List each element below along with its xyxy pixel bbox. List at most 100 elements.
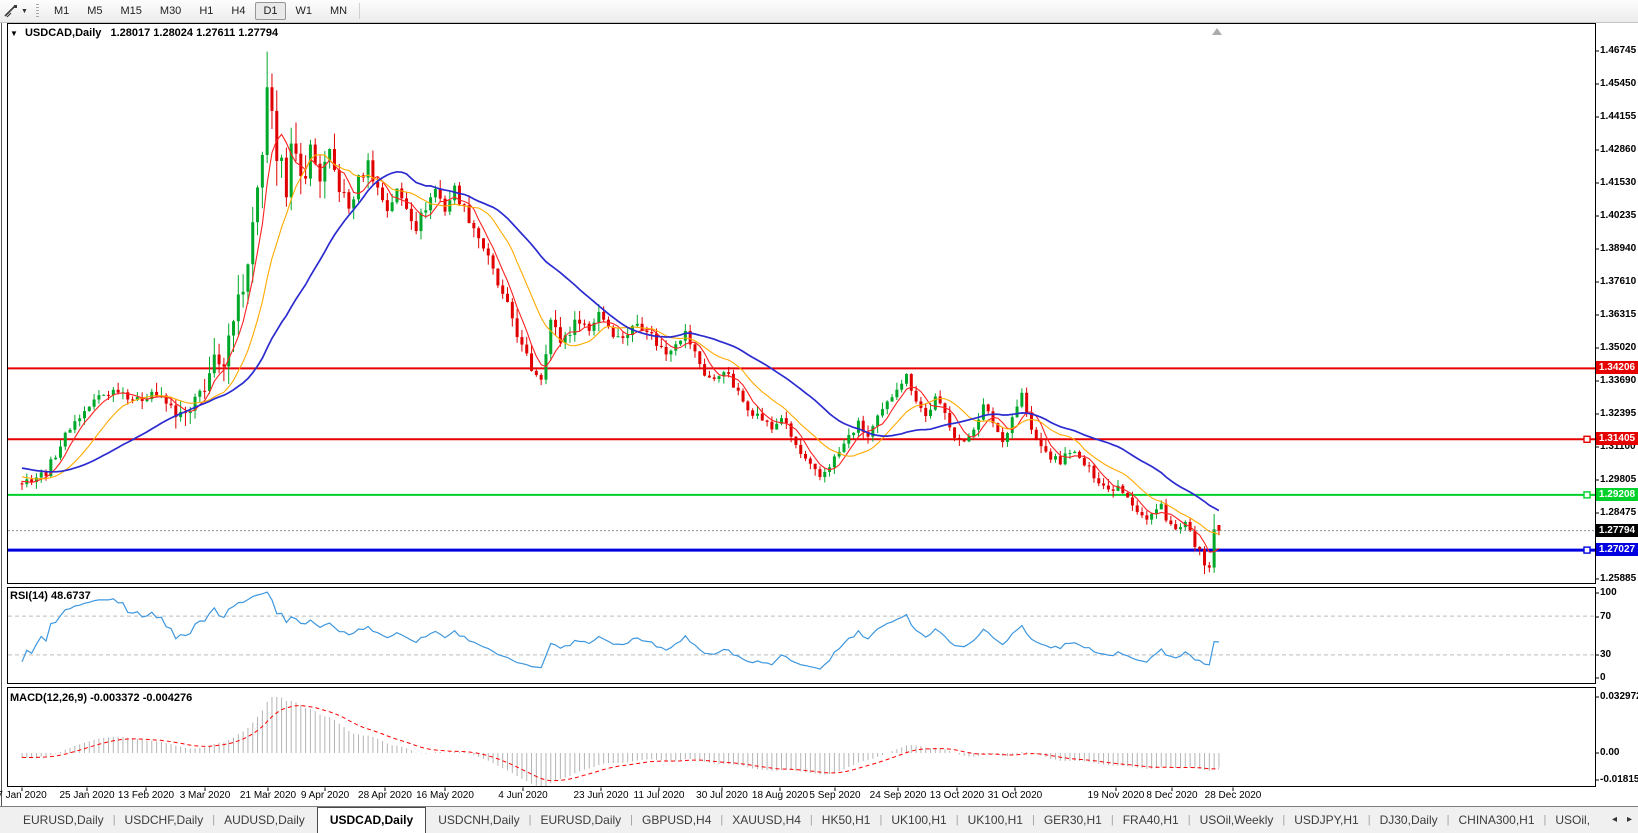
candle xyxy=(241,291,245,295)
candle xyxy=(496,268,500,286)
candle xyxy=(880,409,884,416)
candle xyxy=(236,294,240,322)
candle xyxy=(852,432,856,436)
candle xyxy=(698,351,702,365)
candle xyxy=(693,344,697,352)
timeframe-button-h4[interactable]: H4 xyxy=(223,2,253,20)
timeframe-button-h1[interactable]: H1 xyxy=(191,2,221,20)
candle xyxy=(626,335,630,339)
candle xyxy=(1001,432,1005,442)
candle xyxy=(929,409,933,417)
candle xyxy=(390,202,394,212)
timeframe-button-m1[interactable]: M1 xyxy=(46,2,77,20)
chart-canvas[interactable] xyxy=(0,0,1638,832)
candle xyxy=(755,413,759,416)
timeframe-button-d1[interactable]: D1 xyxy=(255,2,286,20)
candle xyxy=(1054,456,1058,460)
chart-tab-usoil[interactable]: USOil, xyxy=(1546,807,1599,832)
chart-tab-audusd-daily[interactable]: AUDUSD,Daily xyxy=(215,807,314,832)
candle xyxy=(1044,446,1048,452)
candle xyxy=(1164,503,1168,521)
candle xyxy=(727,372,731,374)
candle xyxy=(760,413,764,421)
candle xyxy=(232,321,236,336)
toolbar-separator xyxy=(359,3,361,19)
candle xyxy=(712,377,716,380)
candle xyxy=(1193,530,1197,547)
candle xyxy=(486,248,490,256)
candle xyxy=(510,301,514,319)
chart-tab-uk100-h1[interactable]: UK100,H1 xyxy=(959,807,1032,832)
chart-tab-gbpusd-h4[interactable]: GBPUSD,H4 xyxy=(633,807,720,832)
candle xyxy=(635,323,639,326)
timeframe-button-m5[interactable]: M5 xyxy=(79,2,110,20)
candle xyxy=(1020,392,1024,407)
candle xyxy=(207,373,211,391)
toolbar-dropdown-caret-icon[interactable]: ▼ xyxy=(21,8,28,15)
chart-tab-fra40-h1[interactable]: FRA40,H1 xyxy=(1114,807,1188,832)
chart-tab-dj30-daily[interactable]: DJ30,Daily xyxy=(1371,807,1447,832)
candle xyxy=(645,330,649,333)
chart-tab-xauusd-h4[interactable]: XAUUSD,H4 xyxy=(723,807,810,832)
chart-tab-hk50-h1[interactable]: HK50,H1 xyxy=(813,807,880,832)
chart-tab-usoil-weekly[interactable]: USOil,Weekly xyxy=(1191,807,1283,832)
candle xyxy=(1159,503,1163,510)
ma-slow xyxy=(21,170,1220,512)
candle xyxy=(491,255,495,269)
candle xyxy=(707,375,711,378)
candle xyxy=(655,333,659,346)
candle xyxy=(736,387,740,391)
chart-tab-usdchf-daily[interactable]: USDCHF,Daily xyxy=(116,807,213,832)
candle xyxy=(890,397,894,402)
candle xyxy=(68,429,72,433)
timeframe-button-mn[interactable]: MN xyxy=(322,2,355,20)
candle xyxy=(573,319,577,336)
chart-tab-ger30-h1[interactable]: GER30,H1 xyxy=(1035,807,1111,832)
candle xyxy=(1111,489,1115,491)
candle xyxy=(1178,527,1182,530)
chart-tab-eurusd-daily[interactable]: EURUSD,Daily xyxy=(14,807,113,832)
timeframe-button-m30[interactable]: M30 xyxy=(152,2,189,20)
candle xyxy=(717,376,721,380)
chart-tab-uk100-h1[interactable]: UK100,H1 xyxy=(882,807,955,832)
candle xyxy=(962,439,966,442)
line-tools-icon[interactable] xyxy=(2,3,20,19)
chart-tab-usdcnh-daily[interactable]: USDCNH,Daily xyxy=(429,807,528,832)
candle xyxy=(549,319,553,355)
candle xyxy=(823,471,827,477)
candle xyxy=(1135,505,1139,513)
chart-tab-eurusd-daily[interactable]: EURUSD,Daily xyxy=(531,807,630,832)
candle xyxy=(107,394,111,396)
timeframe-button-m15[interactable]: M15 xyxy=(113,2,150,20)
candle xyxy=(876,415,880,427)
candle xyxy=(1106,485,1110,490)
candle xyxy=(477,228,481,239)
timeframe-button-w1[interactable]: W1 xyxy=(288,2,321,20)
candle xyxy=(256,187,260,223)
candle xyxy=(530,353,534,371)
candle xyxy=(938,396,942,404)
chart-tab-usdjpy-h1[interactable]: USDJPY,H1 xyxy=(1285,807,1367,832)
candle xyxy=(472,223,476,229)
tab-scroll-right-icon[interactable]: ▸ xyxy=(1627,814,1632,825)
chart-tab-china300-h1[interactable]: CHINA300,H1 xyxy=(1449,807,1543,832)
candle xyxy=(818,469,822,477)
candle xyxy=(433,188,437,198)
candle xyxy=(1217,525,1221,531)
candle xyxy=(73,421,77,430)
candle xyxy=(1087,465,1091,467)
candle xyxy=(683,330,687,341)
chart-tab-usdcad-daily[interactable]: USDCAD,Daily xyxy=(316,806,427,833)
candle xyxy=(799,444,803,454)
tab-scroll-left-icon[interactable]: ◂ xyxy=(1612,814,1617,825)
candle xyxy=(92,399,96,407)
candle xyxy=(82,411,86,419)
toolbar-grip[interactable] xyxy=(35,3,39,19)
candle xyxy=(246,264,250,292)
candle xyxy=(1039,438,1043,447)
candle xyxy=(424,210,428,213)
candle xyxy=(506,293,510,302)
candle xyxy=(222,364,226,367)
candle xyxy=(1015,406,1019,418)
candle xyxy=(895,389,899,398)
